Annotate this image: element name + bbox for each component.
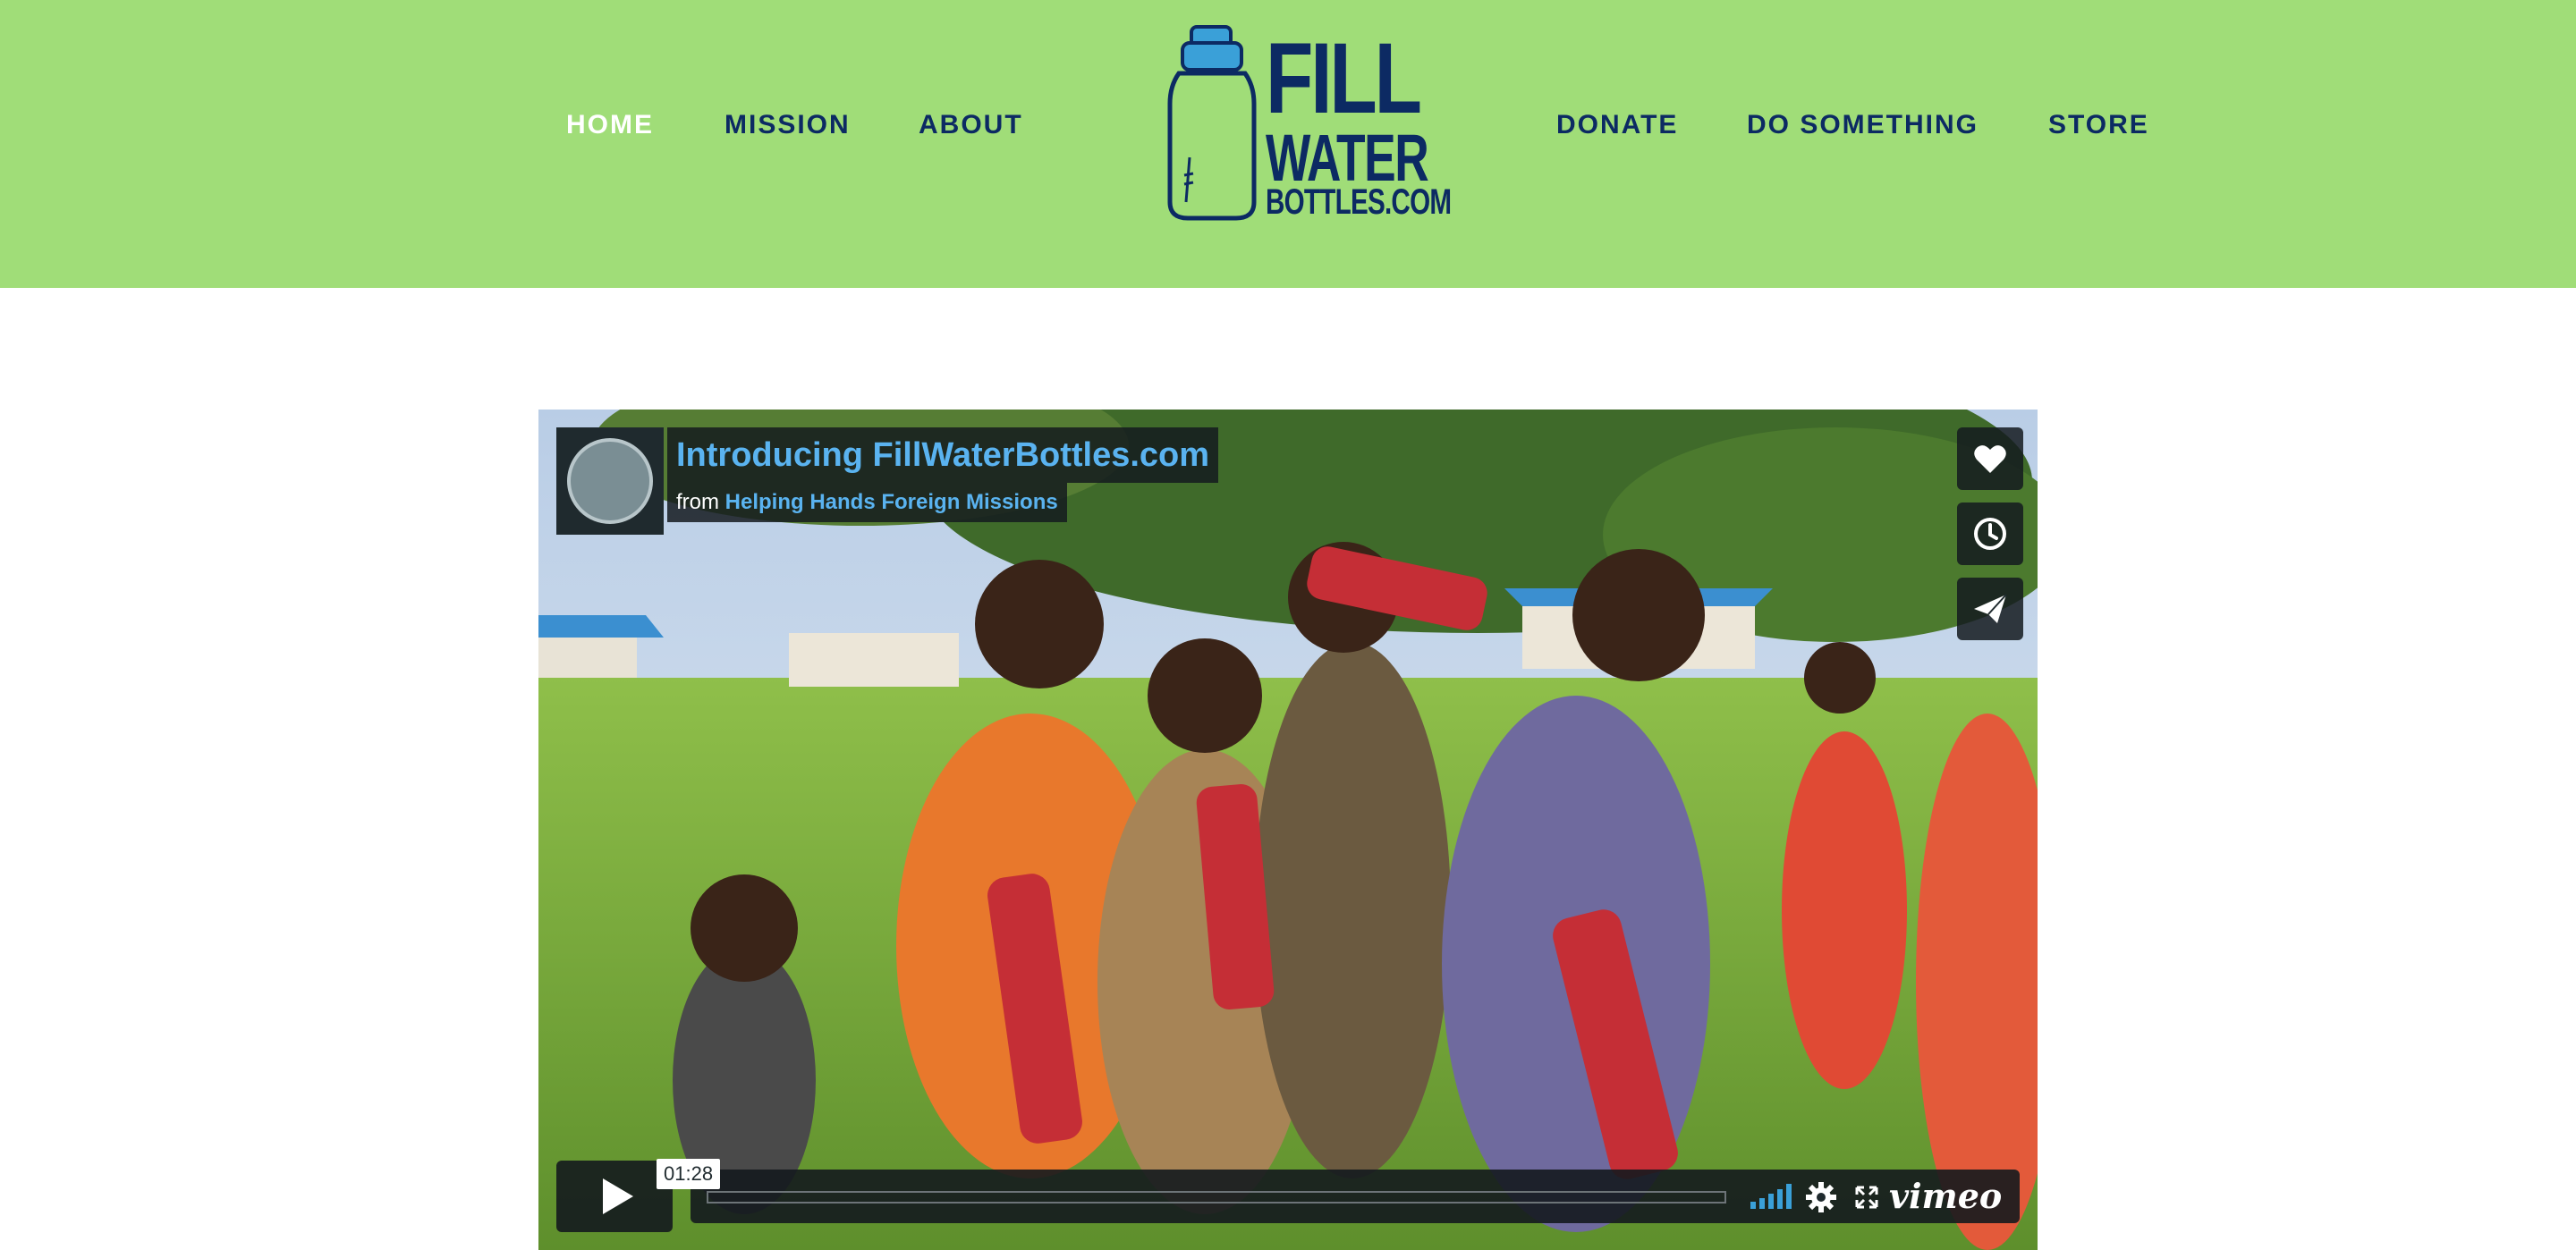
clock-icon xyxy=(1974,518,2006,550)
heart-icon xyxy=(1974,445,2006,473)
site-header: HOME MISSION ABOUT DONATE DO SOMETHING S… xyxy=(0,0,2576,288)
byline-prefix: from xyxy=(676,490,719,514)
watch-later-button[interactable] xyxy=(1957,503,2023,565)
video-controls: vimeo xyxy=(556,1161,2020,1232)
video-player[interactable]: Introducing FillWaterBottles.com from He… xyxy=(538,410,2038,1250)
nav-home[interactable]: HOME xyxy=(566,107,654,143)
nav-about[interactable]: ABOUT xyxy=(919,107,1023,143)
paper-plane-icon xyxy=(1974,594,2007,623)
video-title[interactable]: Introducing FillWaterBottles.com xyxy=(667,427,1219,483)
nav-donate[interactable]: DONATE xyxy=(1556,107,1678,143)
water-bottle-icon xyxy=(1167,25,1257,221)
logo-line-3: BOTTLES.COM xyxy=(1266,182,1452,222)
gear-icon[interactable] xyxy=(1806,1182,1836,1212)
progress-bar[interactable] xyxy=(707,1191,1726,1204)
play-icon xyxy=(603,1178,633,1214)
logo-line-1: FILL xyxy=(1266,22,1422,134)
nav-store[interactable]: STORE xyxy=(2048,107,2149,143)
globe-icon xyxy=(567,438,653,524)
nav-mission[interactable]: MISSION xyxy=(724,107,851,143)
fullscreen-icon[interactable] xyxy=(1855,1186,1878,1209)
logo-line-2: WATER xyxy=(1266,121,1429,195)
video-thumbnail xyxy=(538,410,2038,1250)
like-button[interactable] xyxy=(1957,427,2023,490)
video-byline: from Helping Hands Foreign Missions xyxy=(667,483,1067,522)
share-button[interactable] xyxy=(1957,578,2023,640)
duration-label: 01:28 xyxy=(657,1159,721,1189)
play-button[interactable] xyxy=(556,1161,673,1232)
nav-do-something[interactable]: DO SOMETHING xyxy=(1747,107,1979,143)
channel-link[interactable]: Helping Hands Foreign Missions xyxy=(725,490,1058,514)
volume-icon[interactable] xyxy=(1750,1184,1793,1209)
site-logo[interactable]: FILL WATER BOTTLES.COM xyxy=(1163,22,1452,222)
control-bar: vimeo xyxy=(691,1170,2020,1223)
channel-avatar[interactable] xyxy=(556,427,664,535)
vimeo-logo[interactable]: vimeo xyxy=(1889,1175,2002,1218)
